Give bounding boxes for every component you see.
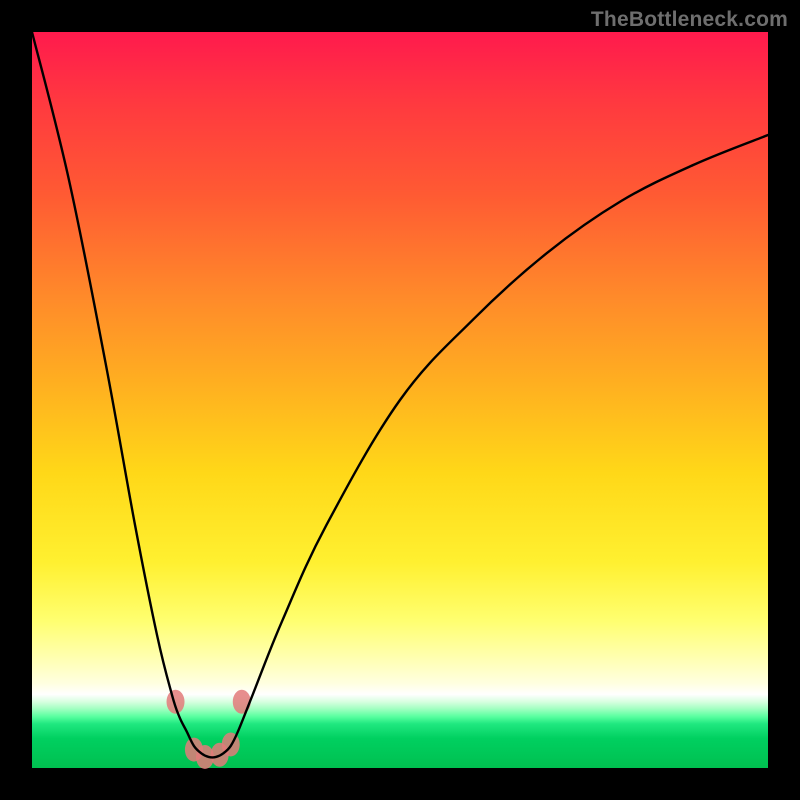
plot-area: [32, 32, 768, 768]
chart-frame: TheBottleneck.com: [0, 0, 800, 800]
curve-layer: [32, 32, 768, 768]
data-marker: [233, 690, 251, 714]
watermark-text: TheBottleneck.com: [591, 8, 788, 32]
bottleneck-curve: [32, 32, 768, 757]
